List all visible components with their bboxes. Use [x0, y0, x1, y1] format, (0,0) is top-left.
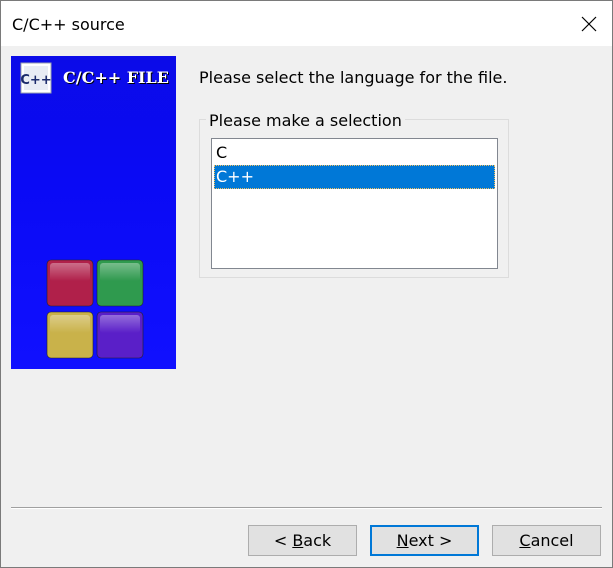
- language-listbox[interactable]: C C++: [211, 138, 498, 269]
- cube-purple-highlight: [100, 315, 140, 333]
- list-item[interactable]: C++: [214, 165, 495, 189]
- back-button-mnemonic: B: [292, 531, 304, 550]
- cpp-file-logo-icon: C++: [20, 62, 52, 94]
- cancel-button-mnemonic: C: [519, 531, 531, 550]
- cancel-button[interactable]: Cancel: [492, 525, 601, 556]
- back-button-rest: ack: [303, 531, 332, 550]
- cube-red-highlight: [50, 263, 90, 281]
- groupbox-label: Please make a selection: [206, 110, 405, 132]
- close-button[interactable]: [566, 1, 612, 46]
- next-button-rest: ext >: [408, 531, 453, 550]
- cube-green-highlight: [100, 263, 140, 281]
- back-button[interactable]: < Back: [248, 525, 357, 556]
- next-button-mnemonic: N: [396, 531, 409, 550]
- footer-separator: [11, 507, 602, 509]
- svg-text:C++: C++: [20, 73, 51, 88]
- list-item[interactable]: C: [214, 141, 495, 165]
- cube-yellow-highlight: [50, 315, 90, 333]
- next-button[interactable]: Next >: [370, 525, 479, 556]
- cubes-graphic-icon: [46, 259, 144, 359]
- title-bar[interactable]: C/C++ source: [1, 1, 612, 46]
- window-title: C/C++ source: [12, 15, 125, 34]
- instruction-text: Please select the language for the file.: [199, 68, 508, 87]
- banner-title: C/C++ FILE: [63, 68, 169, 87]
- wizard-banner: C++ C/C++ FILE: [11, 56, 176, 369]
- cancel-button-rest: ancel: [530, 531, 574, 550]
- close-icon: [581, 16, 597, 31]
- wizard-window: C/C++ source C++ C/C++ FILE Please selec: [0, 0, 613, 568]
- back-button-prefix: <: [273, 531, 293, 550]
